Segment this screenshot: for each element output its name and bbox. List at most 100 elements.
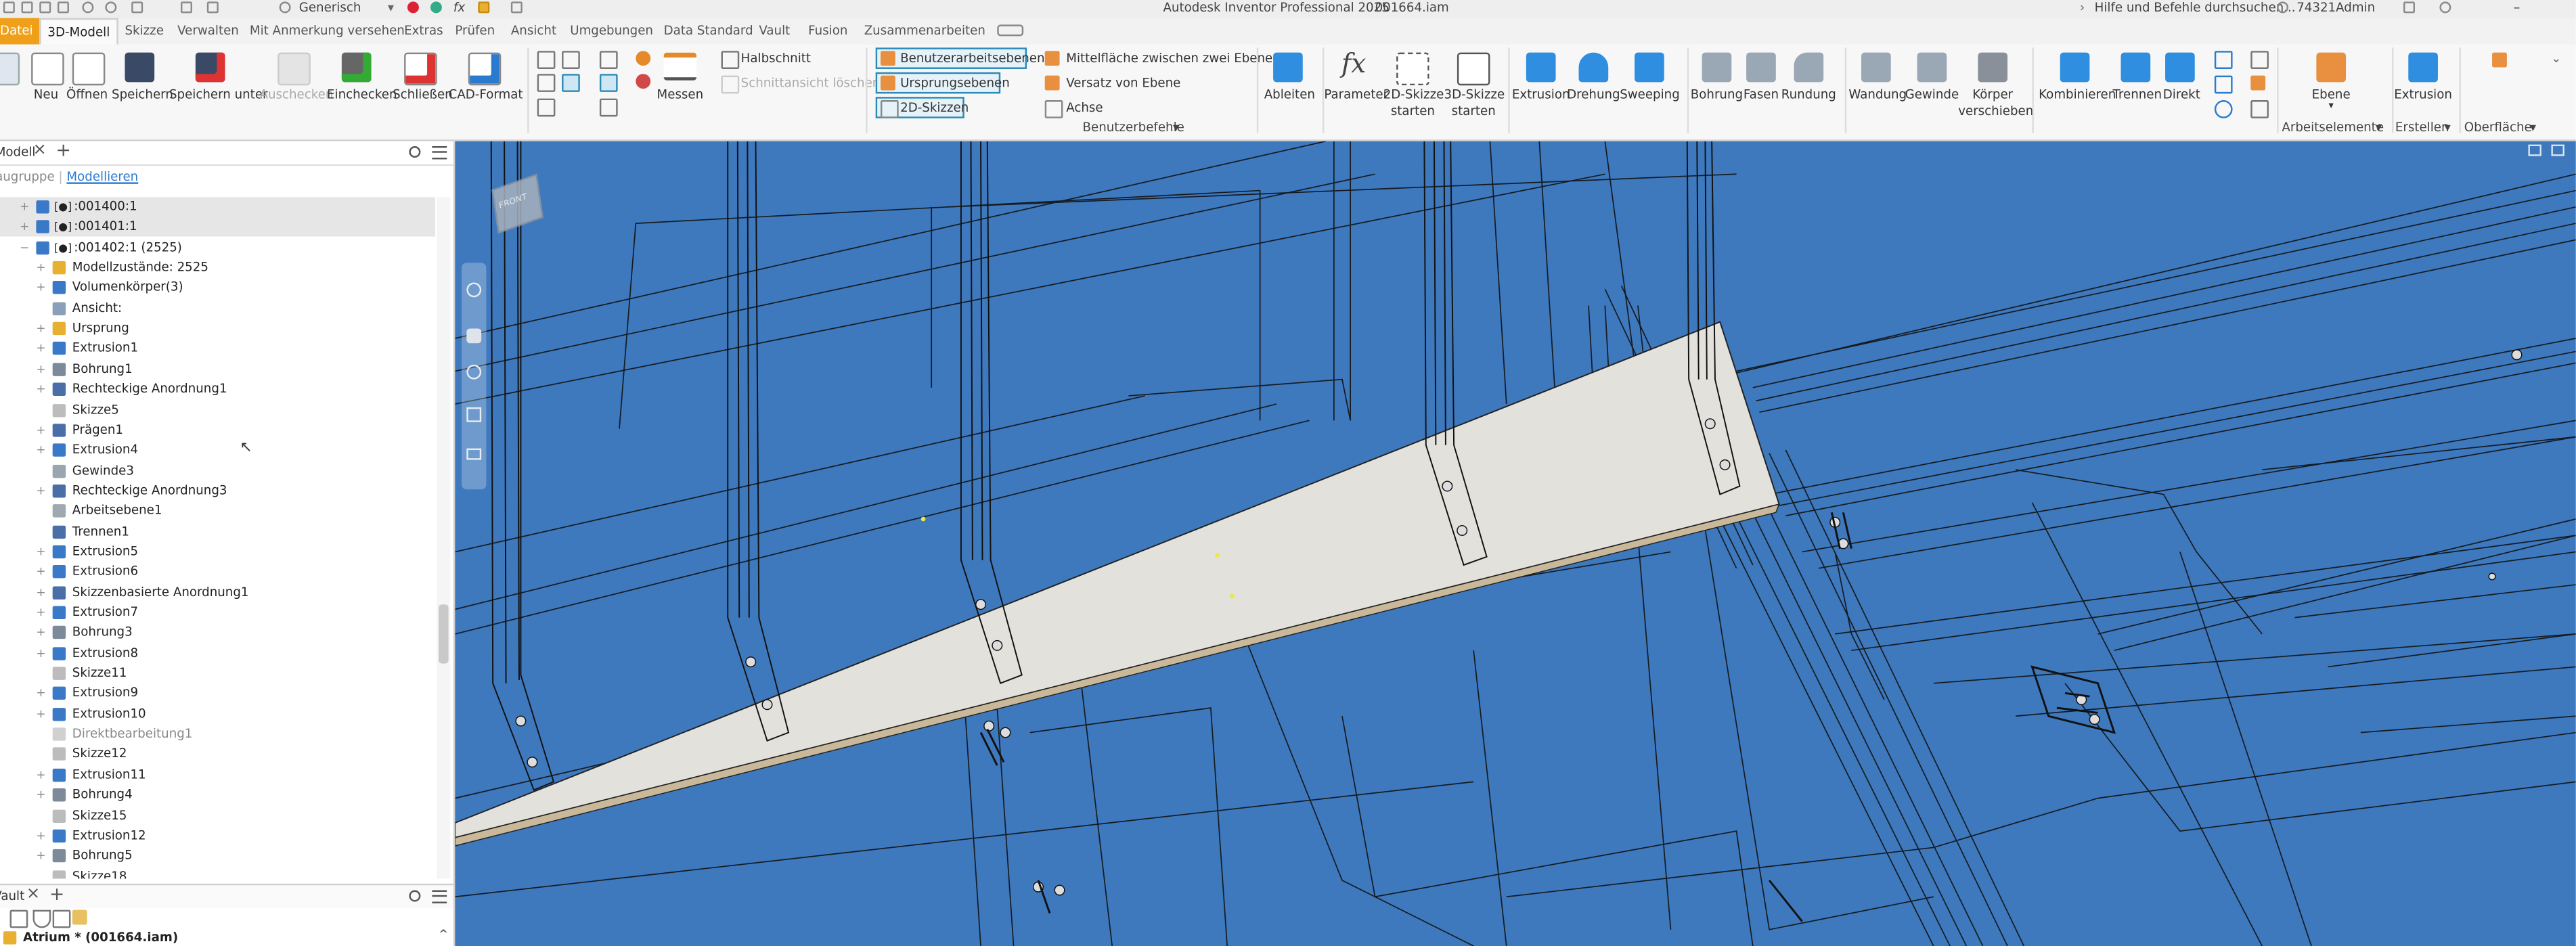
expand-icon[interactable]: + (36, 282, 45, 294)
pan-icon[interactable] (466, 328, 482, 344)
mirror-icon[interactable] (2250, 51, 2269, 69)
parameter-button[interactable]: Parameter (1324, 87, 1388, 104)
folder-icon[interactable] (478, 1, 490, 14)
tree-item[interactable]: + Extrusion12 (0, 826, 435, 846)
cad-format-button[interactable]: CAD-Format (449, 87, 523, 104)
expand-icon[interactable]: + (36, 343, 45, 355)
pattern-icon[interactable] (2214, 100, 2233, 118)
new-button[interactable]: Neu (26, 87, 66, 104)
start-3d-sketch-button[interactable]: 3D-Skizze (1444, 87, 1505, 104)
plank-top[interactable] (455, 321, 1780, 838)
start-2d-sketch-button[interactable]: 2D-Skizze (1383, 87, 1444, 104)
tree-item[interactable]: + Rechteckige Anordnung1 (0, 380, 435, 399)
visibility-icon[interactable]: [●] (54, 238, 72, 257)
group-work-features[interactable]: Arbeitselemente (2282, 120, 2384, 135)
chevron-down-icon[interactable]: ▾ (1173, 120, 1179, 135)
view-cube[interactable]: FRONT (488, 171, 547, 234)
sweep-button[interactable]: Sweeping (1620, 87, 1680, 104)
close-icon[interactable]: × (26, 885, 40, 905)
view-icon[interactable] (562, 51, 580, 69)
extrude-button[interactable]: Extrusion (1511, 87, 1570, 104)
maximize-window-icon[interactable] (2551, 144, 2564, 156)
expand-icon[interactable]: + (36, 323, 45, 334)
tab-assembly[interactable]: Baugruppe (0, 169, 55, 184)
tab-manage[interactable]: Verwalten (177, 23, 239, 38)
view-cube-face[interactable]: FRONT (491, 173, 543, 234)
move-bodies-button[interactable]: Körper (1958, 87, 2027, 104)
orbit-icon[interactable] (466, 407, 482, 422)
home-view-icon[interactable] (180, 1, 192, 14)
shell-button[interactable]: Wandung (1848, 87, 1907, 104)
tree-item[interactable]: Skizze15 (0, 806, 435, 826)
display-icon[interactable] (599, 51, 618, 69)
expand-icon[interactable]: + (36, 627, 45, 639)
midplane-button[interactable]: Mittelfläche zwischen zwei Ebenen (1066, 51, 1281, 66)
steering-wheel-icon[interactable] (466, 282, 482, 298)
tab-environments[interactable]: Umgebungen (570, 23, 653, 38)
chevron-down-icon[interactable]: ▾ (2530, 120, 2536, 135)
select-icon[interactable] (206, 1, 219, 14)
revolve-button[interactable]: Drehung (1565, 87, 1622, 104)
visibility-icon[interactable]: [●] (54, 217, 72, 237)
search-icon[interactable] (409, 890, 421, 902)
model-wireframe[interactable] (455, 141, 2576, 946)
fx-icon[interactable]: fx (453, 0, 465, 15)
tab-tools[interactable]: Extras (404, 23, 443, 38)
measure-button[interactable]: Messen (654, 87, 707, 104)
panel-options-icon[interactable] (997, 24, 1024, 37)
menu-icon[interactable] (432, 890, 447, 903)
group-create[interactable]: Erstellen (2395, 120, 2449, 135)
tree-item[interactable]: Skizze5 (0, 400, 435, 420)
tree-item[interactable]: + Extrusion9 (0, 684, 435, 704)
view-icon[interactable] (537, 74, 556, 92)
vault-status-icon[interactable] (52, 909, 71, 928)
appearance-icon[interactable] (279, 1, 291, 14)
chevron-down-icon[interactable]: ▾ (2376, 120, 2382, 135)
expand-icon[interactable]: + (36, 607, 45, 618)
menu-icon[interactable] (432, 146, 447, 160)
expand-icon[interactable]: + (36, 830, 45, 842)
tab-file[interactable]: Datei (0, 18, 40, 45)
group-surface[interactable]: Oberfläche (2464, 120, 2532, 135)
chevron-down-icon[interactable]: ▾ (2445, 120, 2451, 135)
expand-icon[interactable]: + (36, 262, 45, 273)
user-icon[interactable] (2277, 1, 2289, 14)
checkin-button[interactable]: Einchecken (327, 87, 397, 104)
color-icon[interactable] (430, 1, 442, 14)
hole-button[interactable]: Bohrung (1691, 87, 1744, 104)
tree-item[interactable]: + Extrusion5 (0, 542, 435, 562)
restore-window-icon[interactable] (2528, 144, 2541, 156)
search-icon[interactable] (409, 146, 421, 158)
direct-button[interactable]: Direkt (2158, 87, 2204, 104)
tree-item[interactable]: Ansicht: (0, 298, 435, 318)
tree-item[interactable]: + Bohrung4 (0, 786, 435, 805)
visibility-icon[interactable]: [●] (54, 197, 72, 217)
tree-item[interactable]: + Extrusion6 (0, 562, 435, 582)
expand-icon[interactable]: + (20, 201, 29, 212)
checkout-button[interactable]: Auschecken (259, 87, 333, 104)
redo-icon[interactable] (105, 1, 117, 14)
expand-icon[interactable]: + (36, 708, 45, 720)
material-icon[interactable] (407, 1, 419, 14)
save-icon[interactable] (57, 1, 69, 14)
tree-item[interactable]: + Prägen1 (0, 420, 435, 440)
tree-item[interactable]: + Bohrung1 (0, 359, 435, 379)
material-icon[interactable] (636, 74, 651, 89)
expand-icon[interactable]: + (36, 546, 45, 558)
work-point-icon[interactable] (2250, 75, 2266, 91)
display-icon[interactable] (599, 74, 618, 92)
plus-icon[interactable]: + (56, 139, 71, 162)
tab-vault[interactable]: Vault (759, 23, 790, 38)
extrude-surface-button[interactable]: Extrusion (2393, 87, 2452, 104)
return-icon[interactable] (131, 1, 143, 14)
look-at-icon[interactable] (466, 448, 482, 460)
save-button[interactable]: Speichern (112, 87, 173, 104)
expand-icon[interactable]: + (36, 363, 45, 375)
expand-icon[interactable]: + (36, 445, 45, 456)
tree-item[interactable]: Gewinde3 (0, 461, 435, 480)
expand-icon[interactable]: + (36, 485, 45, 497)
surface-icon[interactable] (2492, 52, 2507, 68)
browser-title[interactable]: Modell (0, 145, 35, 160)
save-as-button[interactable]: Speichern unter (169, 87, 268, 104)
tab-sketch[interactable]: Skizze (125, 23, 163, 38)
